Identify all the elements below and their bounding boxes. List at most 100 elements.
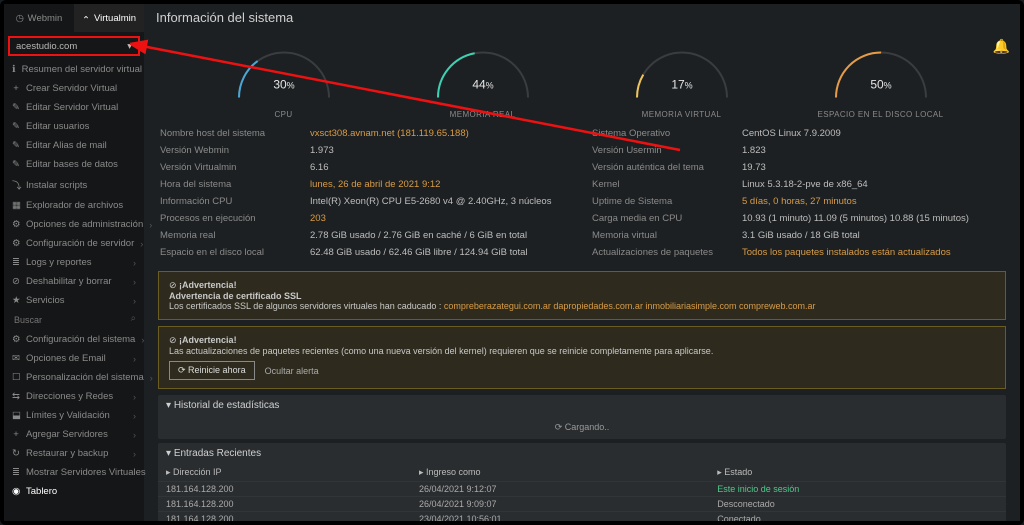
chevron-right-icon: › (141, 335, 144, 345)
sidebar-item[interactable]: ◉Tablero (4, 482, 144, 501)
panel-stats-head[interactable]: ▾ Historial de estadísticas (158, 395, 1006, 416)
hide-alert-link[interactable]: Ocultar alerta (265, 366, 319, 376)
info-row: KernelLinux 5.3.18-2-pve de x86_64 (592, 176, 1004, 193)
info-value[interactable]: Todos los paquetes instalados están actu… (742, 247, 1004, 258)
nav-icon: ≣ (12, 467, 20, 478)
warn-icon: ⊘ (169, 335, 179, 345)
info-key: Versión auténtica del tema (592, 162, 742, 173)
info-row: Versión Webmin1.973 (160, 142, 572, 159)
info-value[interactable]: lunes, 26 de abril de 2021 9:12 (310, 179, 572, 190)
sidebar-item[interactable]: ≣Logs y reportes› (4, 253, 144, 272)
sidebar-item[interactable]: ✉Opciones de Email› (4, 349, 144, 368)
sidebar-item[interactable]: ▦Explorador de archivos (4, 196, 144, 215)
chevron-right-icon: › (133, 277, 136, 287)
sidebar-item[interactable]: ≣ Mostrar Servidores Virtuales (4, 463, 144, 482)
table-row: 181.164.128.20026/04/2021 9:12:07Este in… (158, 482, 1006, 497)
chevron-down-icon: ⌄ (82, 13, 90, 24)
sidebar-item-label: Tablero (26, 486, 57, 497)
sidebar-item-label: Personalización del sistema (26, 372, 144, 383)
gauges-row: 30%CPU44%MEMORIA REAL17%MEMORIA VIRTUAL5… (144, 31, 1020, 119)
info-row: Memoria virtual3.1 GiB usado / 18 GiB to… (592, 227, 1004, 244)
domain-select[interactable]: acestudio.com ▾ (8, 36, 140, 56)
chevron-right-icon: › (133, 258, 136, 268)
info-value[interactable]: 5 días, 0 horas, 27 minutos (742, 196, 1004, 207)
info-row: Memoria real2.78 GiB usado / 2.76 GiB en… (160, 227, 572, 244)
gauge: 50%ESPACIO EN EL DISCO LOCAL (801, 35, 961, 119)
chevron-right-icon: › (133, 354, 136, 364)
info-key: Hora del sistema (160, 179, 310, 190)
reboot-button[interactable]: ⟳ Reinicie ahora (169, 361, 255, 380)
sidebar-item[interactable]: ⇆Direcciones y Redes› (4, 387, 144, 406)
sidebar-item[interactable]: ✎Editar Alias de mail (4, 136, 144, 155)
info-key: Procesos en ejecución (160, 213, 310, 224)
info-row: Procesos en ejecución203 (160, 210, 572, 227)
info-value: Intel(R) Xeon(R) CPU E5-2680 v4 @ 2.40GH… (310, 196, 572, 207)
sidebar-item[interactable]: +Agregar Servidores› (4, 425, 144, 444)
sidebar-item[interactable]: ⚙Opciones de administración› (4, 215, 144, 234)
sidebar-item[interactable]: ✎Editar usuarios (4, 117, 144, 136)
col-ip[interactable]: ▸ Dirección IP (158, 464, 411, 482)
nav-icon: ✎ (12, 140, 20, 151)
info-value: 6.16 (310, 162, 572, 173)
sidebar-item[interactable]: ☐Personalización del sistema› (4, 368, 144, 387)
bell-icon[interactable]: 🔔 (993, 38, 1010, 55)
col-state[interactable]: ▸ Estado (709, 464, 1006, 482)
caret-down-icon: ▾ (127, 41, 132, 52)
sidebar-item[interactable]: ⊘Deshabilitar y borrar› (4, 272, 144, 291)
nav-icon: ✉ (12, 353, 20, 364)
sidebar-search[interactable]: ⌕ (4, 310, 144, 330)
info-key: Actualizaciones de paquetes (592, 247, 742, 258)
sidebar-item-label: Crear Servidor Virtual (26, 83, 117, 94)
panel-stats: ▾ Historial de estadísticas ⟳ Cargando.. (158, 395, 1006, 439)
info-value: 10.93 (1 minuto) 11.09 (5 minutos) 10.88… (742, 213, 1004, 224)
search-input[interactable] (12, 314, 136, 326)
info-row: Versión Usermin1.823 (592, 142, 1004, 159)
info-row: Información CPUIntel(R) Xeon(R) CPU E5-2… (160, 193, 572, 210)
sidebar-item[interactable]: ⚙Configuración del sistema› (4, 330, 144, 349)
col-login-as[interactable]: ▸ Ingreso como (411, 464, 709, 482)
sidebar-item-label: Servicios (26, 295, 65, 306)
sidebar-item[interactable]: ⤵Instalar scripts (4, 174, 144, 196)
info-row: Versión Virtualmin6.16 (160, 159, 572, 176)
info-key: Versión Virtualmin (160, 162, 310, 173)
sidebar-item[interactable]: ✎Editar bases de datos (4, 155, 144, 174)
warn-icon: ⊘ (169, 280, 179, 290)
nav-icon: + (12, 83, 20, 94)
sidebar: ◷ Webmin ⌄ Virtualmin acestudio.com ▾ ℹR… (4, 4, 144, 521)
gauge: 44%MEMORIA REAL (403, 35, 563, 119)
sidebar-item[interactable]: ⚙Configuración de servidor› (4, 234, 144, 253)
chevron-right-icon: › (149, 220, 152, 230)
sidebar-item[interactable]: ✎Editar Servidor Virtual (4, 98, 144, 117)
alert-ssl: ⊘ ¡Advertencia! Advertencia de certifica… (158, 271, 1006, 320)
sidebar-item-label: Restaurar y backup (26, 448, 108, 459)
sidebar-item[interactable]: ★Servicios› (4, 291, 144, 310)
gauge: 30%CPU (204, 35, 364, 119)
info-key: Versión Webmin (160, 145, 310, 156)
alert-ssl-links[interactable]: compreberazategui.com.ar dapropiedades.c… (444, 301, 816, 311)
info-row: Hora del sistemalunes, 26 de abril de 20… (160, 176, 572, 193)
sidebar-item[interactable]: ↻Restaurar y backup› (4, 444, 144, 463)
nav-icon: ⚙ (12, 238, 20, 249)
nav-icon: ✎ (12, 121, 20, 132)
sidebar-item-label: Editar bases de datos (26, 159, 118, 170)
domain-select-value: acestudio.com (16, 41, 77, 52)
tab-webmin[interactable]: ◷ Webmin (4, 4, 74, 32)
nav-icon: ☐ (12, 372, 20, 383)
gauge-label: MEMORIA REAL (450, 110, 516, 119)
sidebar-item-label: Agregar Servidores (26, 429, 108, 440)
sidebar-item[interactable]: ℹResumen del servidor virtual (4, 60, 144, 79)
info-value[interactable]: vxsct308.avnam.net (181.119.65.188) (310, 128, 572, 139)
nav-icon: ≣ (12, 257, 20, 268)
sidebar-item-label: Mostrar Servidores Virtuales (26, 467, 146, 478)
gauge-icon: ◷ (16, 13, 24, 24)
info-key: Sistema Operativo (592, 128, 742, 139)
info-row: Nombre host del sistemavxsct308.avnam.ne… (160, 125, 572, 142)
sidebar-item-label: Direcciones y Redes (26, 391, 113, 402)
sidebar-item[interactable]: + Crear Servidor Virtual (4, 79, 144, 98)
panel-logins-head[interactable]: ▾ Entradas Recientes (158, 443, 1006, 464)
svg-text:17%: 17% (671, 78, 692, 92)
sidebar-item[interactable]: ⬓Límites y Validación› (4, 406, 144, 425)
tab-virtualmin[interactable]: ⌄ Virtualmin (74, 4, 144, 32)
nav-icon: ⚙ (12, 334, 20, 345)
info-value[interactable]: 203 (310, 213, 572, 224)
